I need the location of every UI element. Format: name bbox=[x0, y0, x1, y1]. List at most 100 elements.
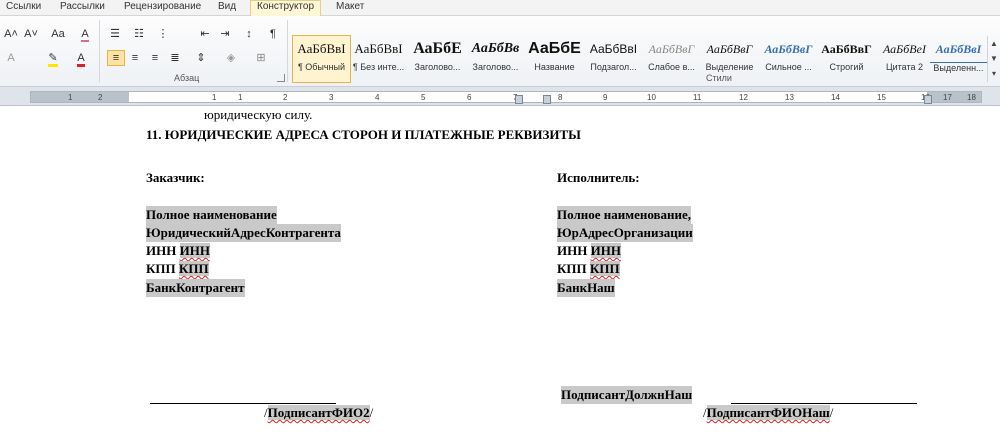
contractor-inn-field[interactable]: ИНН bbox=[590, 243, 621, 258]
text-effects-button[interactable]: A bbox=[2, 50, 20, 66]
align-left-button[interactable]: ≡ bbox=[107, 50, 125, 66]
gallery-up-button[interactable]: ▲ bbox=[988, 36, 1000, 51]
style-strong[interactable]: АаБбВвГ Строгий bbox=[818, 36, 875, 82]
ruler-column-marker[interactable] bbox=[515, 95, 523, 104]
tab-review[interactable]: Рецензирование bbox=[124, 1, 201, 13]
highlighter-icon: ✎ bbox=[48, 52, 58, 67]
customer-kpp-field[interactable]: КПП bbox=[178, 261, 209, 276]
style-subtle-emphasis[interactable]: АаБбВвГ Слабое в... bbox=[643, 36, 700, 82]
decrease-indent-icon: ⇤ bbox=[200, 28, 210, 40]
style-heading-2[interactable]: АаБбВв Заголово... bbox=[467, 36, 524, 82]
ruler-right-indent-marker[interactable] bbox=[924, 95, 932, 104]
contractor-signer-fio-field[interactable]: ПодписантФИОНаш bbox=[706, 405, 830, 420]
contractor-name-field[interactable]: Полное наименование, bbox=[557, 206, 692, 224]
change-case-button[interactable]: Aa bbox=[46, 26, 70, 42]
document-page[interactable]: юридическую силу. 11. ЮРИДИЧЕСКИЕ АДРЕСА… bbox=[0, 106, 1000, 445]
style-normal[interactable]: АаБбВвІ ¶ Обычный bbox=[292, 35, 351, 83]
text-effects-icon: A bbox=[7, 52, 15, 64]
tab-references[interactable]: Ссылки bbox=[6, 1, 41, 13]
align-center-icon: ≡ bbox=[131, 52, 139, 64]
ruler-tick: 14 bbox=[831, 93, 840, 102]
increase-indent-button[interactable]: ⇥ bbox=[216, 26, 234, 42]
align-center-button[interactable]: ≡ bbox=[126, 50, 144, 66]
ruler-tick: 3 bbox=[329, 93, 334, 102]
style-quote-2[interactable]: АаБбВеІ Цитата 2 bbox=[876, 36, 933, 82]
borders-button[interactable]: ⊞ bbox=[252, 50, 270, 66]
ruler-column-marker[interactable] bbox=[543, 95, 551, 104]
customer-signer-fio-field[interactable]: ПодписантФИО2 bbox=[267, 405, 370, 420]
gallery-down-button[interactable]: ▼ bbox=[988, 51, 1000, 66]
font-color-button[interactable]: A bbox=[72, 50, 90, 67]
ruler-tick: 15 bbox=[877, 93, 886, 102]
style-subtitle[interactable]: АаБбВвІ Подзагол... bbox=[585, 36, 642, 82]
grow-font-button[interactable]: A˄ bbox=[2, 26, 20, 42]
ruler-tick: 4 bbox=[375, 93, 380, 102]
contractor-kpp-field[interactable]: КПП bbox=[589, 261, 620, 276]
customer-bank-field[interactable]: БанкКонтрагент bbox=[146, 279, 245, 297]
ruler-tick: 6 bbox=[467, 93, 472, 102]
ruler-tick: 10 bbox=[647, 93, 656, 102]
customer-inn-field[interactable]: ИНН bbox=[179, 243, 210, 258]
line-spacing-button[interactable]: ⇕ bbox=[192, 50, 210, 66]
shading-button[interactable]: ◈ bbox=[222, 50, 240, 66]
gallery-more-button[interactable]: ▾ bbox=[988, 66, 1000, 81]
highlight-button[interactable]: ✎ bbox=[44, 50, 62, 67]
style-title[interactable]: АаБбЕ Название bbox=[526, 36, 583, 82]
multilevel-list-button[interactable]: ⋮ bbox=[154, 26, 172, 42]
decrease-indent-button[interactable]: ⇤ bbox=[196, 26, 214, 42]
group-separator bbox=[99, 20, 100, 82]
styles-gallery-scroll: ▲ ▼ ▾ bbox=[987, 36, 1000, 82]
contractor-kpp-row: КПП КПП bbox=[557, 260, 620, 278]
style-intense-quote[interactable]: АаБбВвІ Выделенн... bbox=[930, 36, 987, 82]
previous-paragraph-tail: юридическую силу. bbox=[204, 107, 313, 122]
align-left-icon: ≡ bbox=[112, 52, 120, 64]
style-heading-1[interactable]: АаБбЕ Заголово... bbox=[409, 36, 466, 82]
line-spacing-icon: ⇕ bbox=[196, 52, 206, 64]
ruler-tick: 12 bbox=[739, 93, 748, 102]
tab-design[interactable]: Конструктор bbox=[250, 0, 322, 16]
ribbon-tab-bar: Ссылки Рассылки Рецензирование Вид Конст… bbox=[0, 0, 1000, 16]
paragraph-group-label: Абзац bbox=[174, 73, 200, 83]
ruler-tick: 5 bbox=[421, 93, 426, 102]
ruler-tick: 1 bbox=[212, 93, 217, 102]
customer-inn-label: ИНН bbox=[146, 243, 177, 258]
justify-button[interactable]: ≣ bbox=[166, 50, 184, 66]
bullet-list-icon: ☰ bbox=[110, 28, 120, 40]
customer-name-field[interactable]: Полное наименование bbox=[146, 206, 277, 224]
bullets-button[interactable]: ☰ bbox=[106, 26, 124, 42]
style-no-spacing[interactable]: АаБбВвІ ¶ Без инте... bbox=[350, 36, 407, 82]
ruler-tick: 1 bbox=[68, 93, 73, 102]
align-right-button[interactable]: ≡ bbox=[146, 50, 164, 66]
shrink-font-button[interactable]: A˅ bbox=[22, 26, 40, 42]
tab-layout[interactable]: Макет bbox=[336, 1, 364, 13]
ruler-strip: 1 2 1 1 2 3 4 5 6 7 8 9 10 11 12 13 14 1… bbox=[30, 91, 982, 104]
customer-inn-row: ИНН ИНН bbox=[146, 242, 210, 260]
contractor-kpp-label: КПП bbox=[557, 261, 587, 276]
contractor-address-field[interactable]: ЮрАдресОрганизации bbox=[557, 224, 693, 242]
customer-kpp-row: КПП КПП bbox=[146, 260, 209, 278]
ruler-tick: 9 bbox=[603, 93, 608, 102]
paragraph-dialog-launcher[interactable] bbox=[277, 74, 285, 82]
customer-address-field[interactable]: ЮридическийАдресКонтрагента bbox=[146, 224, 341, 242]
ruler-tick: 2 bbox=[283, 93, 288, 102]
tab-mailings[interactable]: Рассылки bbox=[60, 1, 105, 13]
numbering-button[interactable]: ☷ bbox=[130, 26, 148, 42]
customer-kpp-label: КПП bbox=[146, 261, 176, 276]
contractor-signer-position-field[interactable]: ПодписантДолжнНаш bbox=[561, 386, 693, 404]
horizontal-ruler: 1 2 1 1 2 3 4 5 6 7 8 9 10 11 12 13 14 1… bbox=[0, 87, 1000, 106]
ruler-tick: 11 bbox=[693, 93, 702, 102]
ruler-tick: 1 bbox=[238, 93, 243, 102]
align-right-icon: ≡ bbox=[151, 52, 159, 64]
sort-button[interactable]: ↕ bbox=[240, 26, 258, 42]
clear-formatting-button[interactable]: A bbox=[76, 26, 94, 42]
multilevel-list-icon: ⋮ bbox=[157, 28, 169, 40]
ruler-tick: 13 bbox=[785, 93, 794, 102]
contractor-inn-row: ИНН ИНН bbox=[557, 242, 621, 260]
ruler-left-margin bbox=[31, 92, 129, 102]
contractor-label: Исполнитель: bbox=[557, 170, 640, 185]
show-marks-button[interactable]: ¶ bbox=[264, 26, 282, 42]
contractor-inn-label: ИНН bbox=[557, 243, 588, 258]
contractor-bank-field[interactable]: БанкНаш bbox=[557, 279, 615, 297]
style-intense-emphasis[interactable]: АаБбВвГ Сильное ... bbox=[760, 36, 817, 82]
tab-view[interactable]: Вид bbox=[218, 1, 236, 13]
